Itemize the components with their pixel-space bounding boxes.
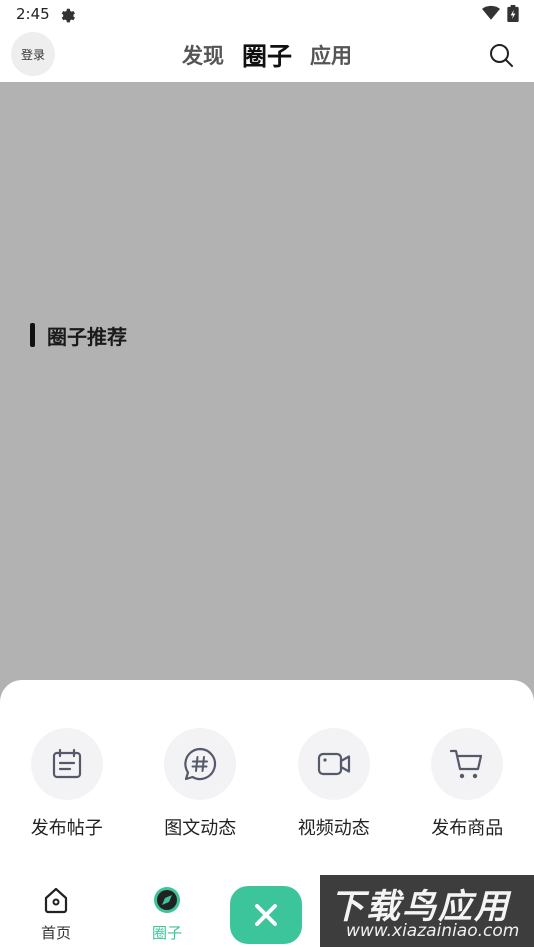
image-text-post-button[interactable]: 图文动态 bbox=[134, 728, 268, 840]
tab-discover[interactable]: 发现 bbox=[182, 40, 224, 70]
shopping-cart-icon bbox=[450, 749, 483, 779]
close-publish-button[interactable] bbox=[230, 886, 302, 944]
publish-post-icon-circle bbox=[30, 728, 103, 800]
header-tabs: 发现 圈子 应用 bbox=[0, 28, 534, 82]
video-post-label: 视频动态 bbox=[297, 818, 370, 839]
hashtag-bubble-icon bbox=[184, 747, 217, 781]
search-icon[interactable] bbox=[488, 42, 514, 68]
nav-circle-label: 圈子 bbox=[151, 924, 182, 942]
video-post-button[interactable]: 视频动态 bbox=[267, 728, 401, 840]
image-text-post-label: 图文动态 bbox=[164, 818, 237, 839]
watermark: 下载鸟应用 www.xiazainiao.com bbox=[320, 875, 534, 947]
close-icon bbox=[255, 904, 277, 926]
section-title-text: 圈子推荐 bbox=[47, 324, 127, 349]
publish-actions: 发布帖子 图文动态 视频动态 发布商品 bbox=[0, 728, 534, 840]
nav-item-home[interactable]: 首页 bbox=[26, 886, 86, 943]
top-app-bar: 登录 发现 圈子 应用 bbox=[0, 28, 534, 82]
wifi-icon bbox=[482, 5, 500, 20]
status-time: 2:45 bbox=[16, 5, 50, 23]
home-icon bbox=[44, 887, 68, 914]
nav-item-circle[interactable]: 圈子 bbox=[137, 886, 197, 943]
publish-product-label: 发布商品 bbox=[431, 818, 504, 839]
publish-product-button[interactable]: 发布商品 bbox=[401, 728, 534, 840]
video-camera-icon bbox=[317, 752, 350, 776]
video-post-icon-circle bbox=[297, 728, 370, 800]
calendar-note-icon bbox=[52, 748, 81, 779]
nav-home-label: 首页 bbox=[40, 924, 71, 942]
status-bar: 2:45 bbox=[0, 0, 534, 28]
publish-product-icon-circle bbox=[431, 728, 504, 800]
section-title-bar bbox=[30, 323, 35, 347]
publish-post-label: 发布帖子 bbox=[30, 818, 103, 839]
section-title: 圈子推荐 bbox=[30, 322, 127, 349]
gear-icon bbox=[61, 8, 75, 23]
tab-apps[interactable]: 应用 bbox=[310, 40, 352, 70]
publish-post-button[interactable]: 发布帖子 bbox=[0, 728, 134, 840]
tab-circle[interactable]: 圈子 bbox=[242, 37, 292, 73]
compass-icon bbox=[154, 887, 180, 913]
watermark-subtitle: www.xiazainiao.com bbox=[346, 921, 520, 941]
battery-charging-icon bbox=[507, 5, 519, 22]
image-text-icon-circle bbox=[164, 728, 237, 800]
